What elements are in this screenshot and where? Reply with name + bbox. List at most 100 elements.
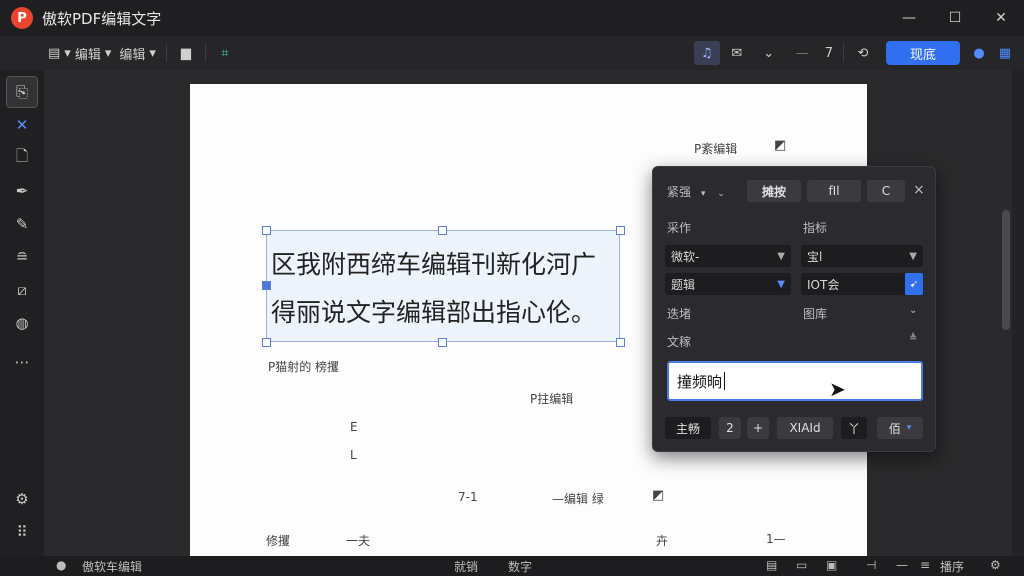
pencil-tool[interactable]: ✎ [6,208,38,240]
page-view-icon[interactable]: ▭ [796,558,807,572]
plus-button[interactable]: + [747,417,769,439]
panel-close-button[interactable]: × [913,182,925,198]
document-menu[interactable]: ▤ ▾ 编辑 ▾ [44,40,115,66]
crop-button[interactable]: ⌗ [212,41,238,65]
annotate-tool[interactable]: ⧄ [6,274,38,306]
fill-button[interactable]: fIl [807,180,861,202]
page-number: 7 [824,45,833,61]
main-button[interactable]: 主畅 [665,417,711,439]
highlight-tool[interactable]: ≘ [6,241,38,273]
replace-button[interactable]: 摊按 [747,180,801,202]
mail-icon: ✉ [731,45,743,61]
resize-handle[interactable] [616,338,625,347]
settings-status-icon[interactable]: ⚙ [990,558,1001,572]
toolbar-divider [204,44,206,62]
style-select[interactable]: 题辑 ▼ [665,273,791,295]
two-button[interactable]: 2 [719,417,741,439]
app-logo: P [11,7,33,29]
chevron-down-icon: ⌄ [717,189,725,199]
gear-icon: ⚙ [15,490,29,508]
last-button[interactable]: 佰 ▾ [877,417,923,439]
close-icon: ✕ [15,116,29,134]
page-icon: 🗋 [15,146,29,165]
mail-button[interactable]: ✉ [724,41,750,65]
pen-icon: ✒ [15,182,29,200]
font-select[interactable]: 微软- ▼ [665,245,791,267]
comment-button[interactable]: ▆ [173,41,199,65]
resize-handle[interactable] [616,226,625,235]
color-select-value: IOT会 [807,277,840,292]
settings-tool[interactable]: ⚙ [6,483,38,515]
text-edit-box[interactable]: 区我附西缔车编辑刊新化河广 得丽说文字编辑部出指心伦。 [266,230,620,342]
spacing-label: 图库 [803,307,828,321]
comment-icon[interactable]: ◩ [774,138,786,153]
status-app-icon: ● [56,558,67,572]
more-dropdown[interactable]: ⌄ [756,41,782,65]
status-center-1: 就销 [454,560,479,574]
page-indicator[interactable]: — 7 [792,40,837,66]
header-select[interactable]: 紧强 ▾ ⌄ [667,183,725,200]
chevron-down-icon[interactable]: ⌄ [909,305,917,316]
page-foot-far: 1— [766,532,786,546]
minimize-button[interactable]: — [886,0,932,36]
grid-icon: ▦ [998,45,1012,61]
primary-action-button[interactable]: 现底 [886,41,960,65]
resize-handle[interactable] [262,338,271,347]
rotate-button[interactable]: ⟲ [850,41,876,65]
user-button[interactable]: ● [966,41,992,65]
pen-tool[interactable]: ✒ [6,175,38,207]
crop-icon: ⌗ [221,45,229,61]
color-picker-button[interactable]: ➹ [905,273,923,295]
text-input[interactable]: 撞频晌 ➤ [667,361,923,401]
apps-tool[interactable]: ⠿ [6,516,38,548]
vertical-scrollbar[interactable] [1002,210,1010,330]
text-properties-panel: 紧强 ▾ ⌄ 摊按 fIl C × 采作 指标 微软- ▼ 宝l ▼ 题辑 ▼ IOT… [652,166,936,452]
close-tool[interactable]: ✕ [6,109,38,141]
size-label: 指标 [803,221,828,235]
grid-view-icon[interactable]: ▤ [766,558,777,572]
menu-edit-1: 编辑 [74,47,101,63]
resize-handle[interactable] [438,338,447,347]
left-tool-rail: ⎘ ✕ 🗋 ✒ ✎ ≘ ⧄ ◍ ⋯ ⚙ ⠿ [0,70,44,556]
globe-tool[interactable]: ◍ [6,307,38,339]
y-button[interactable]: 丫 [841,417,867,439]
edit-text-line-1[interactable]: 区我附西缔车编辑刊新化河广 [271,245,596,281]
zoom-out-icon[interactable]: ⊣ [866,558,876,572]
maximize-button[interactable]: ☐ [932,0,978,36]
status-center-2: 数字 [508,560,533,574]
style-select-value: 题辑 [671,277,696,292]
page-tool[interactable]: 🗋 [6,142,38,174]
chevron-down-icon: ▼ [777,278,785,290]
more-tools[interactable]: ⋯ [6,346,38,378]
font-select-value: 微软- [671,249,700,264]
xiaid-button[interactable]: XIAId [777,417,833,439]
grid-button[interactable]: ▦ [992,41,1018,65]
edit-menu[interactable]: 编辑 ▾ [115,40,160,66]
page-label-top: P紊编辑 [694,142,738,156]
comment-icon: ▆ [180,45,191,61]
zoom-in-icon[interactable]: ≡ [920,558,930,572]
music-button[interactable]: ♫ [693,41,720,65]
status-left-text: 傲软车编辑 [82,560,143,574]
highlight-icon: ≘ [15,248,29,266]
resize-handle[interactable] [262,281,271,290]
last-button-label: 佰 [888,421,901,436]
collapse-icon[interactable]: ≜ [909,333,917,344]
select-tool[interactable]: ⎘ [6,76,38,108]
resize-handle[interactable] [438,226,447,235]
align-label: 迭堵 [667,307,692,321]
edit-text-line-2[interactable]: 得丽说文字编辑部出指心伦。 [271,293,596,329]
text-caret [724,372,726,390]
color-select[interactable]: IOT会 [801,273,905,295]
c-button[interactable]: C [867,180,905,202]
app-window: P 傲软PDF编辑文字 — ☐ ✕ ▤ ▾ 编辑 ▾ 编辑 ▾ ▆ ⌗ ♫ ✉ … [0,0,1024,576]
header-select-label: 紧强 [667,185,692,199]
close-button[interactable]: ✕ [978,0,1024,36]
comment-icon[interactable]: ◩ [652,488,664,503]
size-select[interactable]: 宝l ▼ [801,245,923,267]
select-icon: ⎘ [15,83,28,101]
resize-handle[interactable] [262,226,271,235]
zoom-slider-icon[interactable]: — [896,558,908,572]
status-bar: ● 傲软车编辑 就销 数字 ▤ ▭ ▣ ⊣ — ≡ 播序 ⚙ [0,556,1024,576]
monitor-icon[interactable]: ▣ [826,558,837,572]
